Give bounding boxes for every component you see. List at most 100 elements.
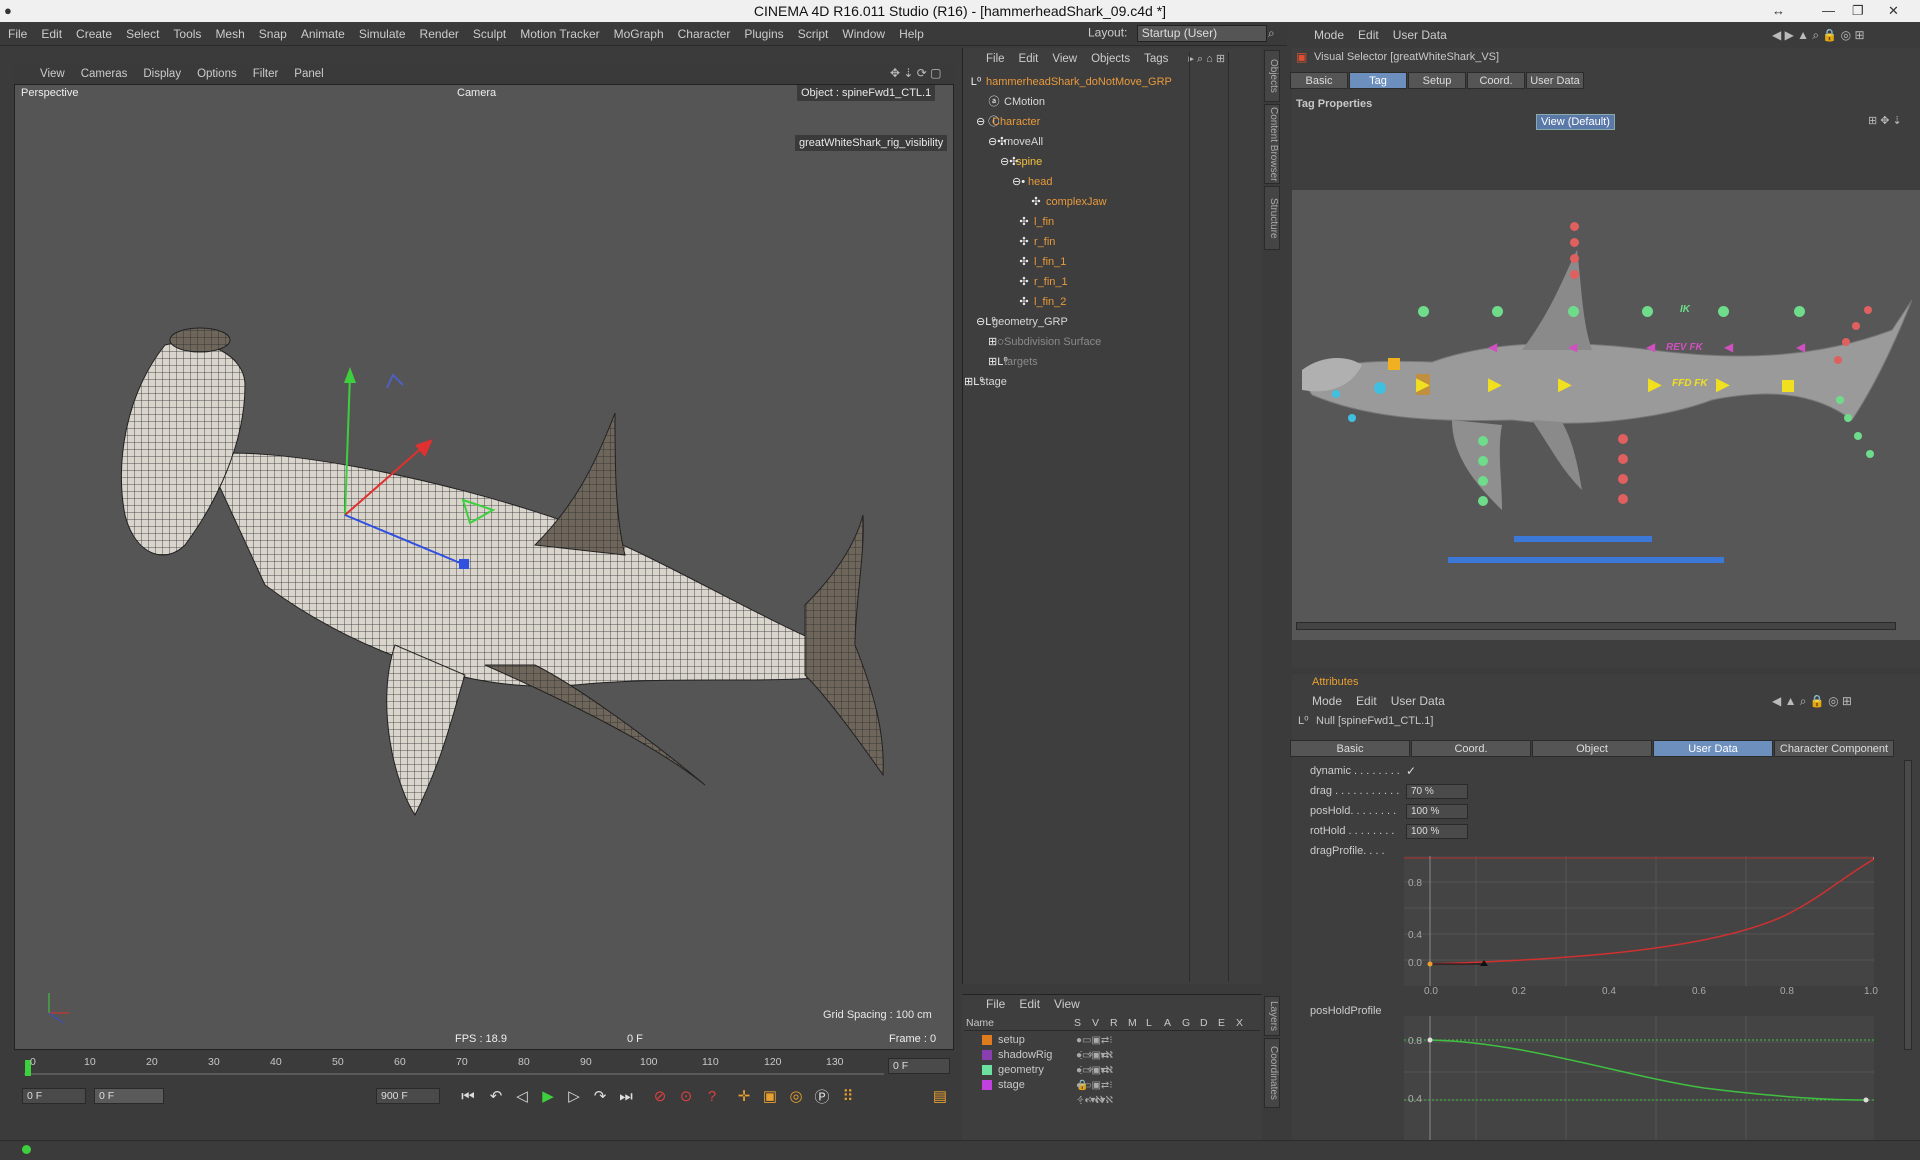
menu-create[interactable]: Create [76,27,112,41]
tab-attr-character-component[interactable]: Character Component [1774,740,1894,757]
dorsal-control-dot[interactable] [1570,222,1579,231]
layout-dropdown[interactable]: Startup (User) [1136,25,1267,42]
dynamic-checkbox[interactable]: ✓ [1406,764,1416,778]
drag-field[interactable]: 70 % [1406,784,1468,799]
play-icon[interactable]: ▶ [536,1084,560,1108]
menu-character[interactable]: Character [678,27,731,41]
object-row[interactable]: ⊖L⁰geometry_GRP [962,312,1188,332]
om-menu-file[interactable]: File [986,53,1005,65]
minimize-button[interactable]: — [1822,0,1835,22]
ik-control-dot[interactable] [1794,306,1805,317]
dorsal-control-dot[interactable] [1570,238,1579,247]
tail-control-dot[interactable] [1854,432,1862,440]
vs-nav-icons[interactable]: ◀ ▶ ▲ ⌕ 🔒 ◎ ⊞ [1772,28,1865,43]
drag-profile-spline[interactable]: 0.8 0.4 0.0 [1404,856,1874,986]
jaw-control-dot[interactable] [1374,382,1386,394]
resize-icon[interactable]: ↔ [1772,0,1785,22]
head-control-square[interactable] [1388,358,1400,370]
layer-row[interactable]: setup ●▭▣⇄⁝⋮✧◐▾ℵ [982,1033,1113,1061]
tab-content-browser[interactable]: Content Browser [1264,104,1280,184]
keyframe-help-icon[interactable]: ? [700,1084,724,1108]
object-row[interactable]: L⁰ hammerheadShark_doNotMove_GRP [962,72,1188,92]
object-row[interactable]: ✣ complexJaw [962,192,1188,212]
vs-horizontal-scrollbar[interactable] [1296,622,1896,630]
rev-fk-arrow-icon[interactable]: ◀ [1488,340,1497,354]
vs-menu-edit[interactable]: Edit [1358,28,1379,42]
object-row[interactable]: ⊞L⁰stage [962,372,1188,392]
viewport-menu-cameras[interactable]: Cameras [81,68,128,80]
menu-help[interactable]: Help [899,27,924,41]
ffd-fk-arrow-icon[interactable]: ▶ [1416,374,1430,395]
tail-control-dot[interactable] [1866,450,1874,458]
move-key-icon[interactable]: ✛ [732,1084,756,1108]
tab-attr-basic[interactable]: Basic [1290,740,1410,757]
tab-tag[interactable]: Tag [1349,72,1407,89]
object-row[interactable]: ⊖ ⓘCharacter [962,112,1188,132]
next-key-icon[interactable]: ↷ [588,1084,612,1108]
menu-motion-tracker[interactable]: Motion Tracker [520,27,599,41]
step-back-icon[interactable]: ◁ [510,1084,534,1108]
poshold-field[interactable]: 100 % [1406,804,1468,819]
tab-attr-user-data[interactable]: User Data [1653,740,1773,757]
attr-nav-icons[interactable]: ◀ ▲ ⌕ 🔒 ◎ ⊞ [1772,694,1852,709]
layer-row[interactable]: shadowRig ●▭▣⇄⁝⋮✧◐▾ℵ [982,1048,1113,1076]
menu-plugins[interactable]: Plugins [744,27,783,41]
tail-control-dot[interactable] [1834,356,1842,364]
current-frame-field[interactable]: 0 F [888,1058,950,1074]
om-menu-objects[interactable]: Objects [1091,53,1130,65]
ik-control-dot[interactable] [1642,306,1653,317]
tab-objects[interactable]: Objects [1264,50,1280,102]
tab-setup[interactable]: Setup [1408,72,1466,89]
fin-control-dot[interactable] [1618,434,1628,444]
viewport-menu-panel[interactable]: Panel [294,68,323,80]
fin-control-dot[interactable] [1618,494,1628,504]
menu-render[interactable]: Render [420,27,459,41]
menu-mesh[interactable]: Mesh [215,27,244,41]
object-row[interactable]: ✣ l_fin_2 [962,292,1188,312]
rev-fk-arrow-icon[interactable]: ◀ [1724,340,1733,354]
tail-control-dot[interactable] [1852,322,1860,330]
view-default-button[interactable]: View (Default) [1536,114,1615,130]
om-menu-edit[interactable]: Edit [1019,53,1039,65]
tab-user-data[interactable]: User Data [1526,72,1584,89]
visual-selector-canvas[interactable]: IK ◀ ◀ ◀ ◀ ◀ REV FK ▶ ▶ ▶ ▶ ▶ FFD FK [1292,190,1920,640]
jaw-control-dot[interactable] [1348,414,1356,422]
menu-edit[interactable]: Edit [41,27,62,41]
fin-control-dot[interactable] [1478,476,1488,486]
object-row[interactable]: ✣ r_fin_1 [962,272,1188,292]
search-icon[interactable]: ⌕ [1268,26,1275,41]
tail-control-dot[interactable] [1836,396,1844,404]
timeline[interactable]: 0 10 20 30 40 50 60 70 80 90 100 110 120… [14,1052,954,1082]
om-toolbar-icons[interactable]: ▸ ⌕ ⌂ ⊞ [1188,52,1225,66]
menu-snap[interactable]: Snap [259,27,287,41]
fin-control-dot[interactable] [1478,496,1488,506]
rev-fk-arrow-icon[interactable]: ◀ [1646,340,1655,354]
poshold-profile-spline[interactable]: 0.8 0.4 [1404,1016,1874,1140]
menu-simulate[interactable]: Simulate [359,27,406,41]
tab-coord[interactable]: Coord. [1467,72,1525,89]
record-icon[interactable]: ⊘ [648,1084,672,1108]
fin-control-dot[interactable] [1478,436,1488,446]
tail-control-dot[interactable] [1864,306,1872,314]
object-row[interactable]: ⓐ CMotion [962,92,1188,112]
attr-menu-user-data[interactable]: User Data [1391,694,1445,708]
goto-end-icon[interactable]: ⏭ [614,1084,638,1108]
autokey-icon[interactable]: ⊙ [674,1084,698,1108]
step-forward-icon[interactable]: ▷ [562,1084,586,1108]
menu-mograph[interactable]: MoGraph [614,27,664,41]
menu-window[interactable]: Window [842,27,885,41]
rev-fk-arrow-icon[interactable]: ◀ [1568,340,1577,354]
start-frame-field[interactable]: 0 F [22,1088,86,1104]
menu-select[interactable]: Select [126,27,159,41]
tab-attr-coord[interactable]: Coord. [1411,740,1531,757]
viewport-3d[interactable]: Perspective Camera Object : spineFwd1_CT… [14,84,954,1050]
jaw-control-dot[interactable] [1332,390,1340,398]
end-frame-field[interactable]: 900 F [376,1088,440,1104]
om-menu-tags[interactable]: Tags [1144,53,1168,65]
timeline-window-icon[interactable]: ▤ [928,1084,952,1108]
tab-coordinates[interactable]: Coordinates [1264,1038,1280,1108]
range-slider[interactable]: 0 F [94,1088,164,1104]
rotate-key-icon[interactable]: ◎ [784,1084,808,1108]
ik-control-dot[interactable] [1568,306,1579,317]
object-row[interactable]: ⊖✣moveAll [962,132,1188,152]
